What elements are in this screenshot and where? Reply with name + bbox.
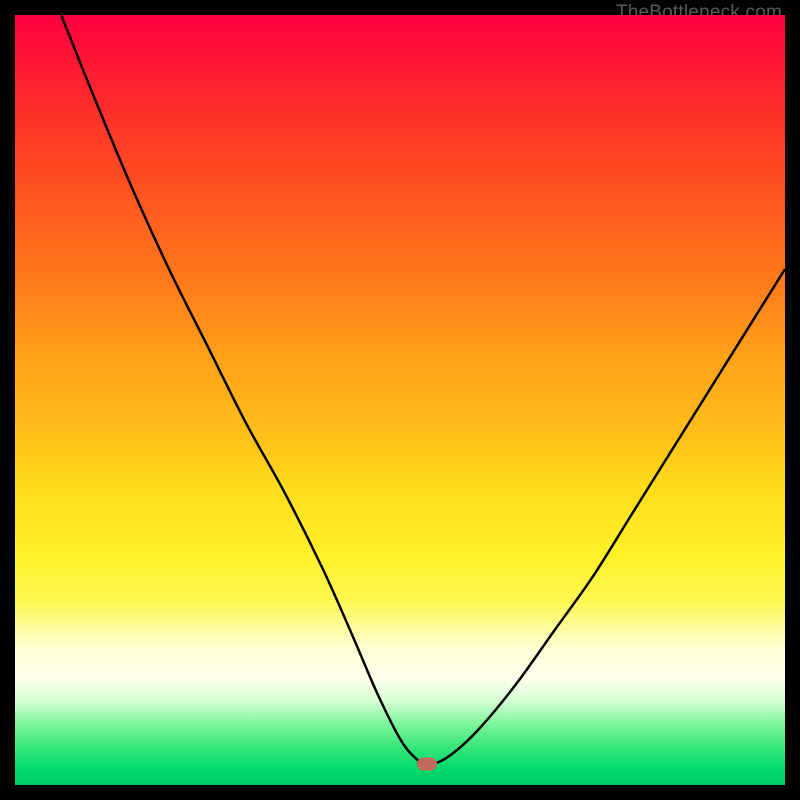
curve-svg <box>15 15 785 785</box>
bottleneck-chart <box>15 15 785 785</box>
optimal-point-marker <box>417 758 437 771</box>
bottleneck-curve-line <box>61 15 785 764</box>
